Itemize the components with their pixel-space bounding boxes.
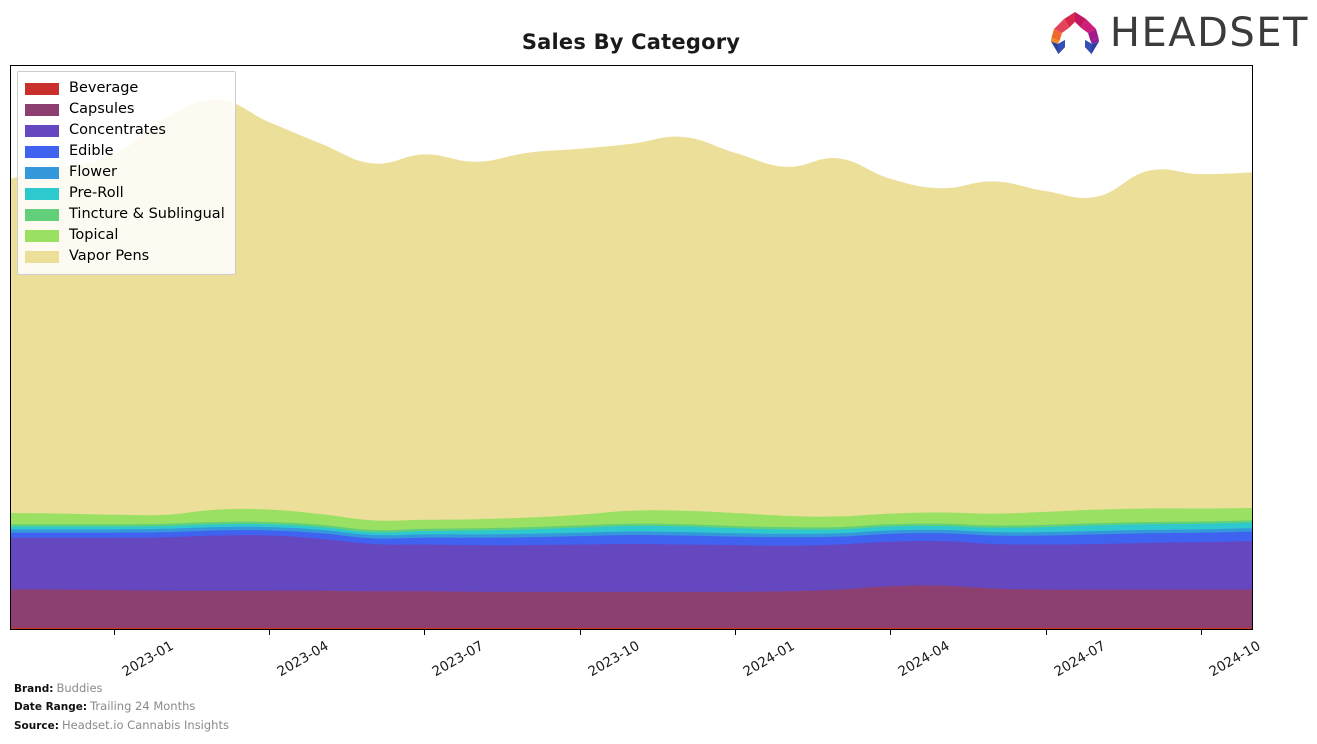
legend-item[interactable]: Topical — [25, 225, 225, 246]
legend-item-label: Flower — [69, 164, 117, 181]
headset-logo: HEADSET — [1046, 9, 1309, 57]
legend-item-label: Capsules — [69, 101, 135, 118]
x-axis-tick-label: 2023-01 — [119, 638, 176, 681]
x-axis-tick-mark — [579, 630, 581, 635]
chart-header: Sales By Category HEADSET — [0, 0, 1317, 62]
chart-footer: Brand: Buddies Date Range: Trailing 24 Mont… — [14, 681, 229, 737]
footer-row: Date Range: Trailing 24 Months — [14, 699, 229, 718]
legend-color-swatch — [25, 124, 59, 137]
area-band-beverage — [11, 627, 1252, 629]
legend-color-swatch — [25, 145, 59, 158]
footer-row: Source: Headset.io Cannabis Insights — [14, 718, 229, 737]
x-axis-tick-label: 2023-07 — [429, 638, 487, 681]
legend-item[interactable]: Concentrates — [25, 120, 225, 141]
x-axis-tick-mark — [424, 630, 426, 635]
logo-wordmark: HEADSET — [1109, 10, 1309, 56]
legend-item-label: Pre-Roll — [69, 185, 124, 202]
legend-color-swatch — [25, 208, 59, 221]
legend-item-label: Vapor Pens — [69, 248, 150, 265]
x-axis-tick-mark — [890, 630, 892, 635]
legend-color-swatch — [25, 82, 59, 95]
footer-value: Buddies — [56, 680, 103, 695]
x-axis-tick-label: 2024-04 — [896, 638, 953, 681]
x-axis-tick-mark — [1201, 630, 1203, 635]
x-axis-tick-mark — [1045, 630, 1047, 635]
legend-color-swatch — [25, 250, 59, 263]
legend-item-label: Topical — [69, 227, 119, 244]
x-axis-tick-label: 2024-10 — [1206, 638, 1264, 681]
x-axis-tick-label: 2024-01 — [740, 638, 798, 681]
area-band-capsules — [11, 585, 1252, 629]
headset-arch-icon — [1050, 12, 1099, 54]
legend-color-swatch — [25, 166, 59, 179]
legend-item[interactable]: Pre-Roll — [25, 183, 225, 204]
legend-item-label: Concentrates — [69, 122, 166, 139]
x-axis-tick-label: 2024-07 — [1051, 638, 1109, 681]
footer-value: Headset.io Cannabis Insights — [61, 717, 229, 732]
chart-plot-area: Beverage Capsules Concentrates Edible Flower… — [10, 65, 1253, 630]
footer-label: Brand: — [14, 682, 54, 695]
x-axis-tick-mark — [113, 630, 115, 635]
footer-row: Brand: Buddies — [14, 681, 229, 700]
x-axis-tick-label: 2023-10 — [585, 638, 643, 681]
chart-legend: Beverage Capsules Concentrates Edible Flower… — [17, 71, 236, 275]
legend-item[interactable]: Capsules — [25, 99, 225, 120]
footer-label: Date Range: — [14, 701, 88, 713]
legend-item[interactable]: Vapor Pens — [25, 246, 225, 267]
legend-color-swatch — [25, 229, 59, 242]
legend-item[interactable]: Edible — [25, 141, 225, 162]
legend-item[interactable]: Beverage — [25, 78, 225, 99]
legend-item[interactable]: Flower — [25, 162, 225, 183]
footer-value: Trailing 24 Months — [90, 699, 196, 713]
footer-label: Source: — [14, 719, 59, 732]
legend-color-swatch — [25, 103, 59, 116]
legend-item-label: Beverage — [69, 80, 139, 97]
legend-item-label: Tincture & Sublingual — [69, 206, 225, 223]
legend-color-swatch — [25, 187, 59, 200]
legend-item[interactable]: Tincture & Sublingual — [25, 204, 225, 225]
x-axis-tick-mark — [268, 630, 270, 635]
x-axis-tick-mark — [735, 630, 737, 635]
legend-item-label: Edible — [69, 143, 114, 160]
x-axis-tick-label: 2023-04 — [274, 638, 332, 681]
